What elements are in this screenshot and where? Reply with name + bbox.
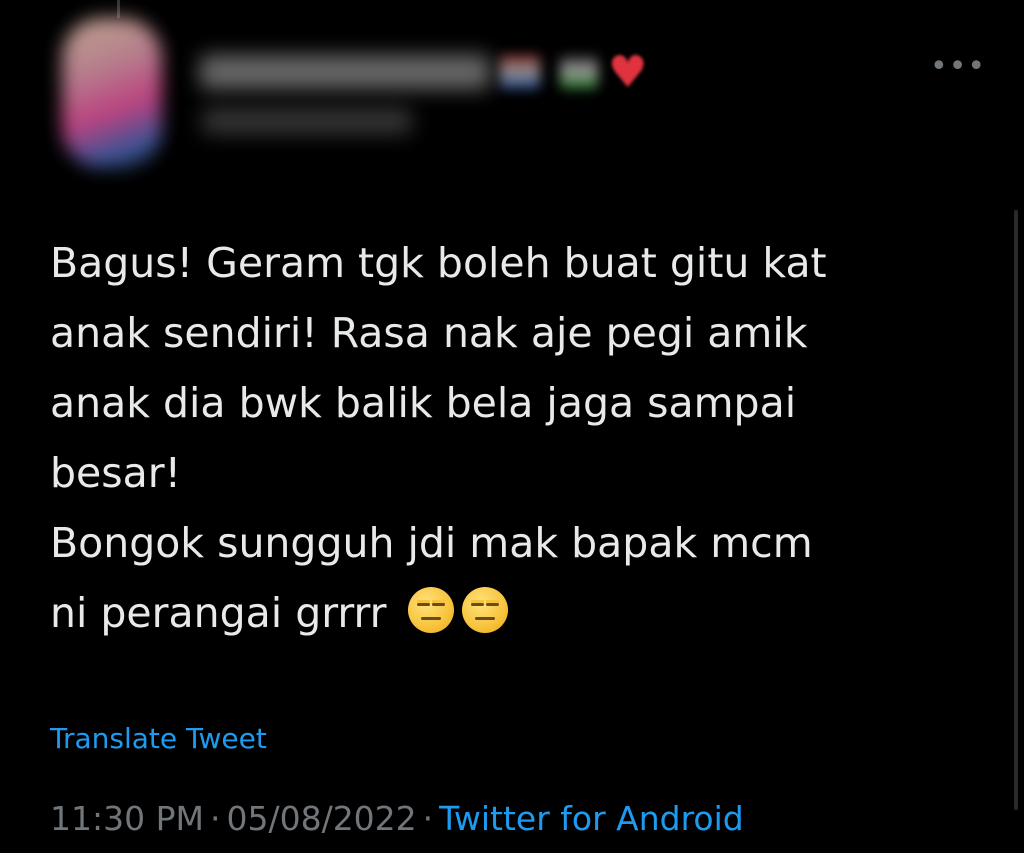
expressionless-face-icon (461, 587, 508, 633)
tweet-text-line-last: ni perangai grrrr (50, 578, 990, 648)
tweet-text-line: ni perangai grrrr (50, 589, 387, 637)
tweet-source-link[interactable]: Twitter for Android (439, 799, 744, 838)
tweet-text-line: anak dia bwk balik bela jaga sampai (50, 379, 797, 427)
tweet-text-line: Bongok sungguh jdi mak bapak mcm (50, 519, 813, 567)
expressionless-face-icon (407, 587, 454, 633)
scrollbar[interactable] (1014, 210, 1018, 810)
meta-separator: · (422, 799, 434, 838)
flag-icon (560, 55, 598, 89)
more-options-icon[interactable]: ••• (930, 52, 986, 82)
tweet-meta: 11:30 PM · 05/08/2022 · Twitter for Android (50, 798, 744, 840)
flag-icon (500, 55, 540, 89)
tweet-date[interactable]: 05/08/2022 (226, 799, 416, 838)
author-avatar[interactable] (62, 18, 162, 168)
tweet-text-line: anak sendiri! Rasa nak aje pegi amik (50, 309, 808, 357)
meta-separator: · (209, 799, 221, 838)
author-handle-redacted[interactable] (202, 108, 412, 134)
author-display-name-redacted[interactable] (200, 55, 490, 89)
translate-tweet-link[interactable]: Translate Tweet (50, 721, 267, 757)
thread-connector-line (117, 0, 120, 18)
tweet-time[interactable]: 11:30 PM (50, 799, 204, 838)
tweet-text-line: besar! (50, 449, 182, 497)
red-heart-icon: ♥ (608, 47, 648, 98)
tweet-text-line: Bagus! Geram tgk boleh buat gitu kat (50, 239, 827, 287)
tweet-text: Bagus! Geram tgk boleh buat gitu kat ana… (50, 228, 990, 648)
